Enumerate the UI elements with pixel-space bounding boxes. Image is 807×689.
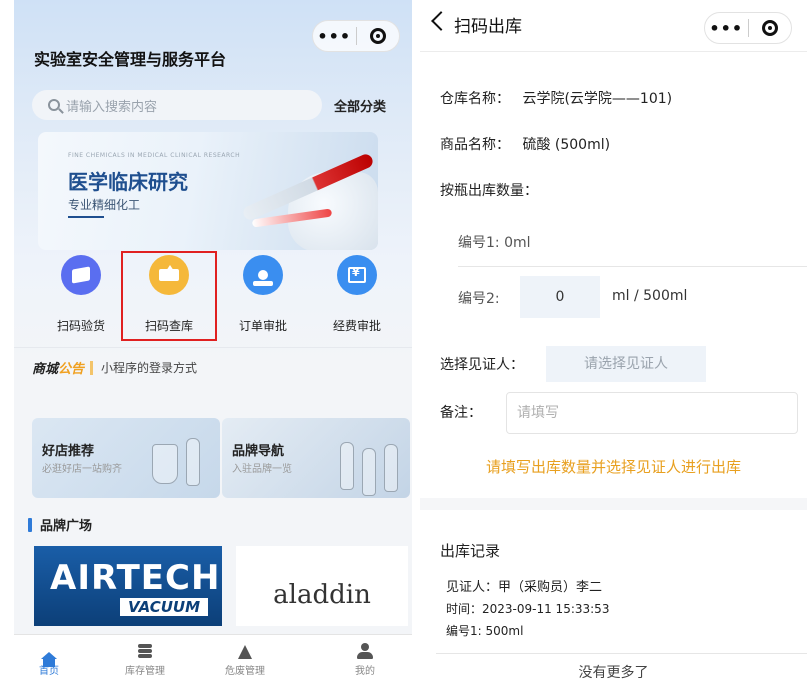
announcement-tag: 公告 xyxy=(58,362,85,377)
section-title: 品牌广场 xyxy=(40,519,93,534)
announcement-divider xyxy=(90,360,94,375)
close-icon[interactable] xyxy=(748,20,791,36)
banner-subtitle: 专业精细化工 xyxy=(68,198,141,212)
app-title: 实验室安全管理与服务平台 xyxy=(34,50,227,69)
recommended-shops-card[interactable]: 好店推荐 必逛好店一站购齐 xyxy=(32,418,220,498)
announcement-tag: 商城 xyxy=(32,362,59,377)
records-title: 出库记录 xyxy=(440,542,501,560)
search-placeholder: 请输入搜索内容 xyxy=(66,99,158,115)
section-gap xyxy=(420,498,807,510)
brand-logo-airtech[interactable]: AIRTECH VACUUM xyxy=(34,546,222,626)
item-2-label: 编号2: xyxy=(458,291,500,307)
tab-hazardous-waste[interactable]: 危废管理 xyxy=(210,639,280,677)
back-arrow-icon[interactable] xyxy=(431,11,451,31)
brand-name: aladdin xyxy=(273,580,371,610)
witness-label: 选择见证人： xyxy=(440,357,524,373)
announcement-text: 小程序的登录方式 xyxy=(101,361,198,375)
card-title: 好店推荐 xyxy=(42,444,95,459)
submit-hint[interactable]: 请填写出库数量并选择见证人进行出库 xyxy=(420,456,807,477)
no-more-text: 没有更多了 xyxy=(578,665,649,681)
mini-program-capsule: ••• xyxy=(312,20,400,52)
tab-label: 危废管理 xyxy=(225,666,265,677)
witness-select[interactable]: 请选择见证人 xyxy=(546,346,706,382)
tab-inventory[interactable]: 库存管理 xyxy=(110,639,180,677)
search-icon xyxy=(48,99,60,111)
search-input[interactable]: 请输入搜索内容 xyxy=(32,90,322,120)
person-icon xyxy=(357,643,373,659)
more-icon[interactable]: ••• xyxy=(705,19,748,38)
money-icon xyxy=(337,255,377,295)
stamp-icon xyxy=(243,255,283,295)
section-header: 品牌广场 xyxy=(28,515,92,534)
tab-label: 库存管理 xyxy=(125,666,165,677)
close-icon[interactable] xyxy=(356,28,399,44)
home-screen: ••• 实验室安全管理与服务平台 请输入搜索内容 全部分类 FINE CHEMI… xyxy=(14,0,412,689)
product-row: 商品名称： 硫酸 (500ml) xyxy=(440,134,610,154)
nav-bar: 扫码出库 ••• xyxy=(420,0,807,52)
screenshot-root: ••• 实验室安全管理与服务平台 请输入搜索内容 全部分类 FINE CHEMI… xyxy=(0,0,807,689)
flask-image xyxy=(152,444,178,484)
remark-input[interactable]: 请填写 xyxy=(506,392,798,434)
divider xyxy=(458,266,807,267)
quantity-unit: ml / 500ml xyxy=(612,288,688,304)
remark-label: 备注： xyxy=(440,405,482,421)
banner-headline: 医学临床研究 xyxy=(68,170,188,194)
home-icon xyxy=(41,652,57,667)
tab-mine[interactable]: 我的 xyxy=(330,639,400,677)
quick-action-label: 订单审批 xyxy=(238,319,287,333)
quantity-label: 按瓶出库数量： xyxy=(440,183,538,199)
layers-icon xyxy=(137,643,153,659)
page-title: 扫码出库 xyxy=(454,17,522,37)
brand-logo-aladdin[interactable]: aladdin xyxy=(236,546,408,626)
beaker-icon xyxy=(238,645,252,659)
quick-action-label: 经费审批 xyxy=(332,319,381,333)
scan-inspect-button[interactable]: 扫码验货 xyxy=(38,255,124,347)
tab-home[interactable]: 首页 xyxy=(14,639,84,677)
card-subtitle: 必逛好店一站购齐 xyxy=(42,464,122,475)
product-label: 商品名称： xyxy=(440,137,510,153)
banner-underline xyxy=(68,216,104,218)
order-approval-button[interactable]: 订单审批 xyxy=(220,255,306,347)
flask-image xyxy=(384,444,398,492)
item-1-row: 编号1: 0ml xyxy=(458,232,531,252)
divider xyxy=(436,653,807,654)
quick-action-label: 扫码验货 xyxy=(56,319,105,333)
promo-banner[interactable]: FINE CHEMICALS IN MEDICAL CLINICAL RESEA… xyxy=(38,132,378,250)
brand-nav-card[interactable]: 品牌导航 入驻品牌一览 xyxy=(222,418,410,498)
warehouse-label: 仓库名称： xyxy=(440,91,510,107)
record-item: 编号1: 500ml xyxy=(446,624,524,638)
flask-image xyxy=(186,438,200,486)
record-time: 时间：2023-09-11 15:33:53 xyxy=(446,602,610,616)
flask-image xyxy=(340,442,354,490)
quantity-input[interactable]: 0 xyxy=(520,276,600,318)
banner-caption: FINE CHEMICALS IN MEDICAL CLINICAL RESEA… xyxy=(68,152,241,159)
warehouse-row: 仓库名称： 云学院(云学院——101) xyxy=(440,88,672,108)
funding-approval-button[interactable]: 经费审批 xyxy=(314,255,400,347)
item-value: 0ml xyxy=(504,235,531,251)
more-icon[interactable]: ••• xyxy=(313,27,356,46)
scan-outbound-screen: 扫码出库 ••• 仓库名称： 云学院(云学院——101) 商品名称： 硫酸 (5… xyxy=(420,0,807,689)
brand-name: AIRTECH xyxy=(50,558,221,598)
record-witness: 见证人：甲（采购员）李二 xyxy=(446,580,603,595)
card-title: 品牌导航 xyxy=(232,444,285,459)
highlight-box xyxy=(121,251,217,341)
flask-image xyxy=(362,448,376,496)
mini-program-capsule: ••• xyxy=(704,12,792,44)
brand-tagline: VACUUM xyxy=(120,598,209,616)
warehouse-value: 云学院(云学院——101) xyxy=(522,91,673,107)
cube-icon xyxy=(61,255,101,295)
all-categories-link[interactable]: 全部分类 xyxy=(334,96,386,115)
card-subtitle: 入驻品牌一览 xyxy=(232,464,292,475)
tab-label: 我的 xyxy=(355,666,375,677)
bottom-tab-bar: 首页 库存管理 危废管理 我的 xyxy=(14,634,412,689)
announcement-bar[interactable]: 商城 公告 小程序的登录方式 xyxy=(14,347,412,387)
section-marker xyxy=(28,517,32,532)
product-value: 硫酸 (500ml) xyxy=(522,137,611,153)
item-label: 编号1: xyxy=(458,235,500,251)
